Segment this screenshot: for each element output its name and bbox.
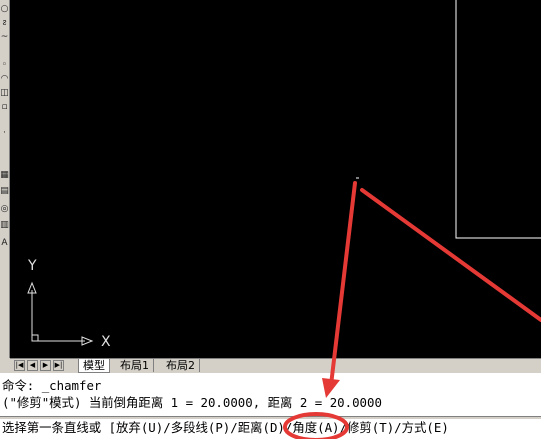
ucs-icon	[27, 281, 94, 346]
hatch-icon[interactable]: ▦	[0, 170, 9, 181]
tab-layout1[interactable]: 布局1	[116, 359, 154, 372]
option-undo[interactable]: 放弃(U)	[116, 420, 163, 435]
command-history-line-1: 命令: _chamfer	[2, 378, 102, 393]
command-separator	[0, 416, 541, 419]
command-line[interactable]: 命令: _chamfer ("修剪"模式) 当前倒角距离 1 = 20.0000…	[0, 373, 541, 439]
layout-tab-bar: |◀ ◀ ▶ ▶| 模型 布局1 布局2	[10, 358, 541, 373]
last-tab-button[interactable]: ▶|	[53, 360, 64, 371]
ucs-x-label: X	[101, 334, 111, 350]
command-history-line-2: ("修剪"模式) 当前倒角距离 1 = 20.0000, 距离 2 = 20.0…	[2, 395, 382, 410]
option-separator: /	[230, 420, 238, 435]
next-tab-button[interactable]: ▶	[40, 360, 51, 371]
option-method[interactable]: 方式(E)	[402, 420, 449, 435]
previous-tab-button[interactable]: ◀	[27, 360, 38, 371]
ucs-y-label: Y	[28, 258, 37, 274]
option-polyline[interactable]: 多段线(P)	[171, 420, 231, 435]
option-separator: /	[394, 420, 402, 435]
tab-layout2[interactable]: 布局2	[162, 359, 200, 372]
drawn-rectangle	[455, 0, 541, 239]
first-tab-button[interactable]: |◀	[14, 360, 25, 371]
region-icon[interactable]: ◎	[0, 204, 9, 215]
draw-toolbar: ○ ᴤ ~ ◦ ◠ ◫ ▫ · ▦ ▤ ◎ ▥ A	[0, 0, 10, 358]
ellipse-icon[interactable]: ◦	[0, 60, 9, 71]
make-block-icon[interactable]: ▫	[0, 102, 9, 113]
ellipse-arc-icon[interactable]: ◠	[0, 74, 9, 85]
command-prompt[interactable]: 选择第一条直线或 [放弃(U)/多段线(P)/距离(D)/角度(A)/修剪(T)…	[2, 420, 449, 435]
option-angle[interactable]: 角度(A)	[292, 420, 339, 435]
tab-model[interactable]: 模型	[78, 359, 110, 373]
revision-cloud-icon[interactable]: ᴤ	[0, 18, 9, 29]
drawing-geometry	[27, 0, 541, 346]
gradient-icon[interactable]: ▤	[0, 186, 9, 197]
option-distance[interactable]: 距离(D)	[238, 420, 285, 435]
model-space-canvas[interactable]: Y X	[10, 0, 541, 358]
insert-block-icon[interactable]: ◫	[0, 88, 9, 99]
prompt-text: 选择第一条直线或 [	[2, 420, 117, 435]
option-separator: /	[339, 420, 347, 435]
point-icon[interactable]: ·	[0, 128, 9, 139]
mtext-icon[interactable]: A	[0, 238, 9, 249]
option-trim[interactable]: 修剪(T)	[347, 420, 394, 435]
spline-icon[interactable]: ~	[0, 32, 9, 43]
table-icon[interactable]: ▥	[0, 220, 9, 231]
circle-icon[interactable]: ○	[0, 4, 9, 15]
option-separator: /	[163, 420, 171, 435]
